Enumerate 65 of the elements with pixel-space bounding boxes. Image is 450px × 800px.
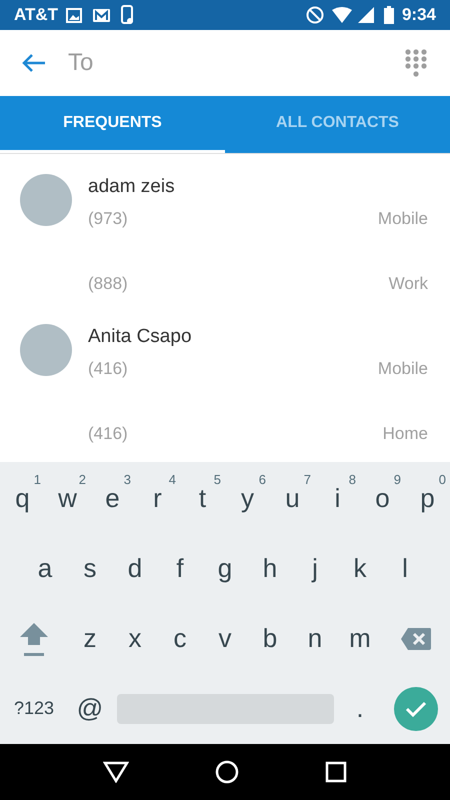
phone-type: Mobile [378,358,428,380]
recipient-input-field[interactable]: To [68,45,404,82]
keyboard-key[interactable]: v [202,604,248,674]
phone-type: Mobile [378,208,428,230]
overview-square-icon[interactable] [325,760,347,783]
keyboard-key[interactable]: h [248,534,292,604]
keyboard-key[interactable]: j [292,534,338,604]
signal-icon [358,7,374,24]
mail-icon [92,8,112,23]
phone-type: Work [388,272,428,295]
keyboard-key[interactable]: 6 y [225,464,270,534]
contact-name[interactable]: Anita Csapo [88,324,430,350]
keyboard-key[interactable]: 4 r [135,464,180,534]
keyboard-key[interactable]: z [68,604,112,674]
phone-type: Home [382,422,428,445]
home-circle-icon[interactable] [215,760,239,784]
battery-icon [384,6,394,24]
keyboard-key[interactable]: 3 e [90,464,135,534]
keyboard-key[interactable]: f [158,534,202,604]
keyboard-key[interactable]: s [68,534,112,604]
image-icon [66,8,82,23]
keyboard-key[interactable]: n [292,604,338,674]
keyboard-key[interactable]: c [158,604,202,674]
do-not-disturb-icon [306,6,324,24]
keyboard-key[interactable]: l [382,534,428,604]
keyboard-key[interactable]: k [338,534,382,604]
done-key[interactable] [394,686,438,731]
keyboard-key[interactable]: d [112,534,158,604]
key-hint: 7 [304,470,311,489]
keyboard-key[interactable]: 5 t [180,464,225,534]
keyboard-key[interactable]: x [112,604,158,674]
back-arrow-icon[interactable] [22,53,46,74]
tab[interactable]: FREQUENTS [0,96,225,153]
keyboard-key[interactable]: . [338,674,382,744]
keyboard-key[interactable]: m [338,604,382,674]
contact-name[interactable]: adam zeis [88,174,430,200]
keyboard-key[interactable]: 1 q [0,464,45,534]
keyboard-key[interactable]: @ [68,674,112,744]
dialpad-icon[interactable] [404,48,428,78]
backspace-key-icon[interactable] [400,626,432,651]
wifi-icon [332,7,352,24]
key-hint: 6 [258,470,266,489]
key-hint: 9 [394,470,401,489]
key-hint: 4 [168,470,176,489]
phone-icon [121,5,134,26]
keyboard-key[interactable]: g [202,534,248,604]
keyboard-key[interactable]: 8 i [315,464,360,534]
symbols-key[interactable]: ?123 [0,674,68,744]
keyboard-key[interactable]: 7 u [270,464,315,534]
keyboard-key[interactable]: 0 p [405,464,450,534]
back-triangle-icon[interactable] [103,760,129,783]
key-hint: 3 [124,470,131,489]
key-hint: 1 [34,470,41,489]
key-hint: 5 [214,470,221,489]
keyboard-key[interactable]: 9 o [360,464,405,534]
clock-time: 9:34 [402,4,436,26]
key-hint: 8 [348,470,356,489]
keyboard-key[interactable]: 2 w [45,464,90,534]
keyboard-key[interactable]: a [22,534,68,604]
keyboard-key[interactable]: b [248,604,292,674]
checkmark-icon [405,700,427,718]
carrier-name: AT&T [14,4,58,26]
key-hint: 0 [438,470,446,489]
key-hint: 2 [78,470,86,489]
shift-key-icon[interactable] [18,620,50,657]
